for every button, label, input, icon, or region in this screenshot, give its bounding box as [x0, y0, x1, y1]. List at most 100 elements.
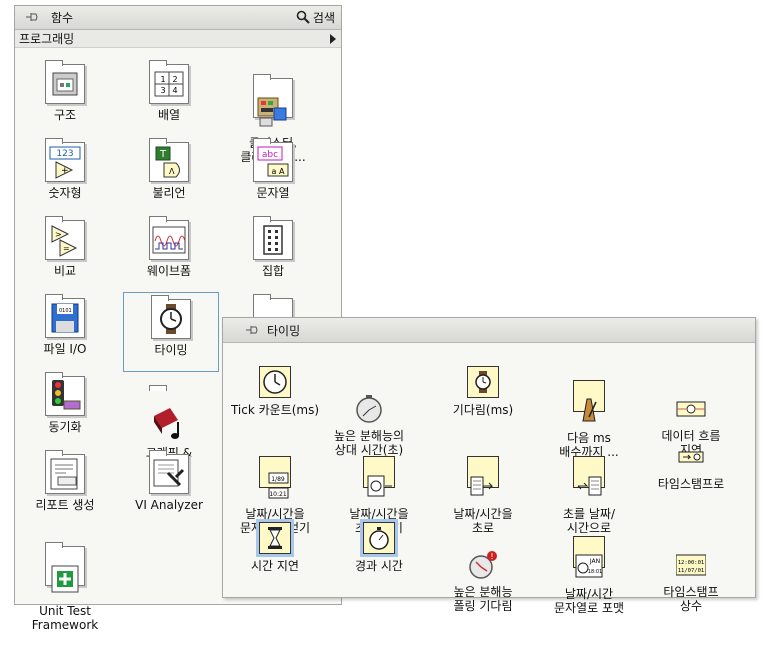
to-timestamp-icon — [676, 442, 706, 472]
timing-item-label: Tick 카운트(ms) — [230, 403, 320, 417]
numeric-icon: 123 + — [45, 138, 85, 182]
graphics-sound-icon — [149, 385, 188, 439]
svg-text:123: 123 — [56, 149, 73, 159]
palette-title: 함수 — [51, 11, 74, 25]
svg-text:1: 1 — [160, 75, 165, 84]
svg-text:10:21: 10:21 — [269, 491, 286, 498]
palette-item-label: 리포트 생성 — [35, 498, 95, 512]
palette-item-label: 웨이브폼 — [146, 264, 192, 278]
timing-item-label: 기다림(ms) — [452, 403, 514, 417]
svg-text:4: 4 — [172, 86, 177, 95]
svg-text:Λ: Λ — [169, 167, 175, 176]
palette-item-file-io[interactable]: 0101 파일 I/O — [15, 294, 115, 356]
palette-item-report-generation[interactable]: 리포트 생성 — [15, 450, 115, 512]
search-label: 검색 — [312, 10, 335, 25]
palette-item-boolean[interactable]: T Λ 불리언 — [119, 138, 219, 200]
palette-item-label: VI Analyzer — [135, 498, 203, 512]
timing-item-label: 경과 시간 — [355, 559, 403, 573]
timing-item-timestamp-constant[interactable]: 12:00:01 11/07/01 타임스탬프 상수 — [639, 522, 743, 627]
timing-icon — [151, 295, 191, 339]
palette-item-label: 숫자형 — [48, 186, 82, 200]
format-datetime-icon: 1/89 10:21 — [259, 456, 291, 499]
svg-text:T: T — [159, 149, 167, 160]
cluster-icon — [253, 74, 293, 127]
palette-item-label: 파일 I/O — [43, 342, 87, 356]
timing-item-high-res-polling-wait[interactable]: ! 높은 분해능 폴링 기다림 — [431, 522, 535, 627]
svg-text:abc: abc — [262, 150, 278, 160]
svg-text:0101: 0101 — [59, 308, 72, 314]
timing-item-elapsed-time[interactable]: 경과 시간 — [327, 522, 431, 573]
svg-text:JAN: JAN — [589, 558, 600, 565]
palette-item-label: 동기화 — [48, 420, 82, 434]
palette-item-label: 집합 — [261, 264, 285, 278]
timing-item-wait[interactable]: 기다림(ms) — [431, 366, 535, 417]
calendar-icon: JAN 18:01 — [573, 536, 605, 578]
palette-item-label: 불리언 — [152, 186, 186, 200]
palette-item-timing[interactable]: 타이밍 — [123, 292, 219, 372]
palette-item-label: 문자열 — [256, 186, 290, 200]
vi-analyzer-icon — [149, 450, 189, 494]
wristwatch-icon — [467, 366, 499, 398]
palette-item-waveform[interactable]: 웨이브폼 — [119, 216, 219, 278]
palette-item-label: 구조 — [53, 108, 77, 122]
svg-text:a A: a A — [272, 167, 285, 176]
subpalette-title: 타이밍 — [267, 324, 301, 338]
pin-icon[interactable] — [25, 11, 39, 23]
hourglass-icon — [259, 522, 291, 554]
palette-item-structures[interactable]: 구조 — [15, 60, 115, 122]
timing-item-label: 시간 지연 — [251, 559, 299, 573]
palette-item-synchronization[interactable]: 동기화 — [15, 372, 115, 434]
cluster-to-seconds-icon — [467, 456, 499, 496]
search-button[interactable]: 검색 — [296, 8, 335, 26]
palette-item-collection[interactable]: 집합 — [223, 216, 323, 278]
clock-arrow-icon — [363, 456, 395, 497]
clock-icon — [259, 366, 291, 398]
pin-icon[interactable] — [245, 324, 259, 336]
stopwatch-icon — [354, 380, 384, 423]
palette-item-string[interactable]: abc a A 문자열 — [223, 138, 323, 200]
palette-item-comparison[interactable]: > = 비교 — [15, 216, 115, 278]
palette-item-label: Unit Test Framework — [31, 604, 99, 632]
comparison-icon: > = — [45, 216, 85, 260]
palette-item-array[interactable]: 1 2 3 4 배열 — [119, 60, 219, 122]
category-bar[interactable]: 프로그래밍 — [15, 30, 341, 48]
timing-item-format-datetime-string[interactable]: JAN 18:01 날짜/시간 문자열로 포맷 — [537, 522, 641, 629]
timing-item-tick-count[interactable]: Tick 카운트(ms) — [223, 366, 327, 417]
boolean-icon: T Λ — [149, 138, 189, 182]
svg-text:3: 3 — [160, 86, 165, 95]
collection-icon — [253, 216, 293, 260]
svg-text:!: ! — [490, 552, 493, 561]
svg-text:2: 2 — [172, 75, 177, 84]
search-icon — [296, 10, 310, 24]
svg-text:11/07/01: 11/07/01 — [678, 568, 705, 574]
category-title: 프로그래밍 — [19, 32, 75, 46]
file-io-icon: 0101 — [45, 294, 85, 338]
timestamp-constant-icon: 12:00:01 11/07/01 — [676, 536, 706, 576]
expand-arrow-icon[interactable] — [330, 34, 336, 44]
string-icon: abc a A — [253, 138, 293, 182]
array-icon: 1 2 3 4 — [149, 60, 189, 104]
palette-item-label: 비교 — [53, 264, 77, 278]
palette-item-vi-analyzer[interactable]: VI Analyzer — [119, 450, 219, 512]
palette-item-unit-test[interactable]: Unit Test Framework — [15, 532, 115, 646]
report-generation-icon — [45, 450, 85, 494]
unit-test-icon — [45, 542, 85, 593]
synchronization-icon — [45, 372, 85, 416]
delay-icon — [676, 380, 706, 417]
svg-text:12:00:01: 12:00:01 — [678, 560, 705, 566]
structures-icon — [45, 60, 85, 104]
timing-item-to-timestamp[interactable]: 타임스탬프로 — [639, 442, 743, 491]
timing-item-label: 타임스탬프로 — [657, 477, 725, 491]
svg-text:18:01: 18:01 — [588, 569, 602, 575]
palette-item-label: 타이밍 — [154, 343, 188, 357]
svg-text:>: > — [55, 230, 62, 239]
palette-item-label: 배열 — [157, 108, 181, 122]
metronome-icon — [573, 380, 605, 422]
palette-title-bar: 함수 검색 — [15, 6, 341, 30]
palette-item-numeric[interactable]: 123 + 숫자형 — [15, 138, 115, 200]
timing-subpalette: 타이밍 Tick 카운트(ms) 높은 분해능의 상대 시간(초) 기다림(ms… — [222, 317, 756, 615]
polling-wait-icon: ! — [468, 536, 498, 579]
timing-item-time-delay[interactable]: 시간 지연 — [223, 522, 327, 573]
seconds-to-cluster-icon — [573, 456, 605, 496]
svg-text:=: = — [63, 244, 70, 253]
